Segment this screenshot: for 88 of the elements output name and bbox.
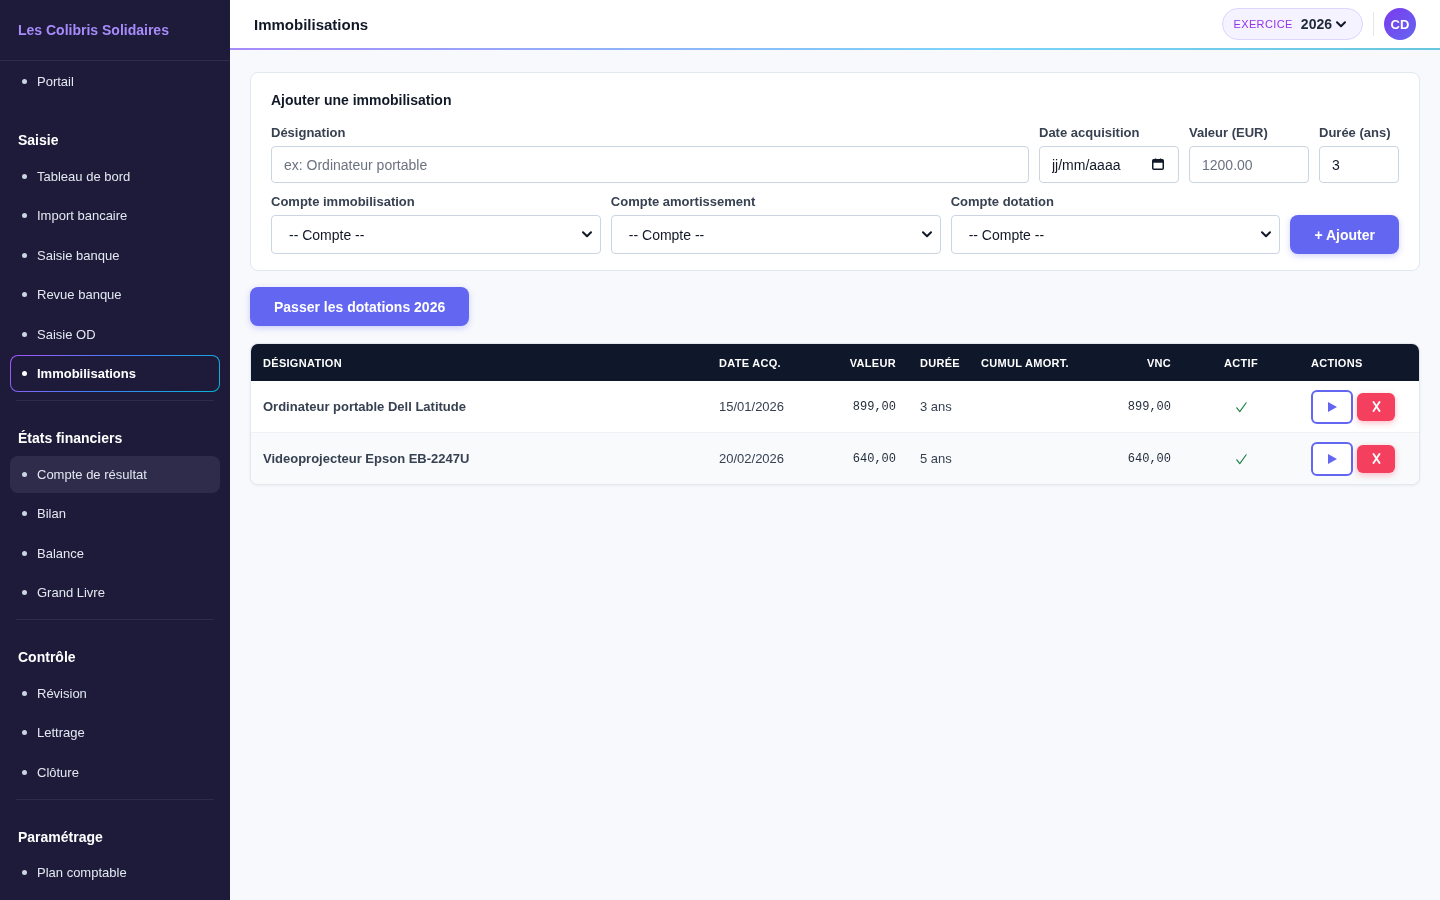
nav-item[interactable]: Balance (10, 534, 220, 572)
table-cell: 15/01/2026 (707, 381, 837, 433)
nav-item[interactable]: Plan comptable (10, 854, 220, 891)
add-button[interactable]: + Ajouter (1290, 215, 1399, 254)
user-avatar[interactable]: CD (1384, 8, 1416, 40)
nav-section-title: États financiers (17, 429, 124, 447)
field-label: Durée (ans) (1319, 125, 1392, 140)
select-field[interactable]: -- Compte -- (950, 215, 1281, 254)
bullet-icon (22, 730, 27, 735)
field-label: Désignation (271, 125, 347, 140)
table-cell: 3 ans (908, 381, 969, 433)
nav-section-title: Paramétrage (17, 827, 104, 846)
nav-item[interactable]: Portail (10, 63, 220, 100)
bullet-icon (22, 471, 27, 477)
calendar-icon (1152, 158, 1164, 170)
bullet-icon (22, 511, 27, 516)
nav-item[interactable]: Bilan (10, 495, 220, 532)
run-button[interactable] (1311, 441, 1353, 476)
nav-item[interactable]: Révision (10, 674, 220, 712)
field-label: Valeur (EUR) (1189, 125, 1269, 140)
card-title: Ajouter une immobilisation (271, 92, 453, 109)
fiscal-year-selector[interactable]: EXERCICE 2026 (1222, 8, 1363, 40)
table-cell: Ordinateur portable Dell Latitude (251, 381, 707, 433)
column-header: VALEUR (837, 344, 908, 381)
chevron-down-icon (1261, 231, 1272, 238)
table-cell: 640,00 (837, 432, 908, 484)
field-label: Compte dotation (950, 194, 1055, 209)
nav-item[interactable]: Compte de résultat (10, 455, 220, 493)
post-depreciation-button[interactable]: Passer les dotations 2026 (250, 287, 470, 326)
nav-item[interactable]: Import bancaire (10, 197, 220, 234)
bullet-icon (22, 590, 27, 595)
select-field[interactable]: -- Compte -- (271, 215, 601, 254)
chevron-down-icon (1336, 20, 1346, 28)
bullet-icon (22, 550, 27, 556)
text-field[interactable]: 3 (1319, 146, 1399, 183)
nav-section-title: Contrôle (17, 648, 77, 666)
chevron-down-icon (921, 231, 932, 238)
cross-icon (1371, 401, 1381, 412)
bullet-icon (22, 331, 27, 337)
bullet-icon (22, 292, 27, 297)
bullet-icon (22, 79, 27, 84)
fiscal-year-label: EXERCICE (1233, 18, 1293, 30)
play-icon (1327, 453, 1337, 464)
field-label: Compte immobilisation (271, 194, 416, 209)
bullet-icon (22, 769, 27, 775)
table-cell: 20/02/2026 (707, 432, 837, 484)
bullet-icon (22, 213, 27, 218)
table-cell: Videoprojecteur Epson EB-2247U (251, 432, 707, 484)
column-header: CUMUL AMORT. (969, 344, 1111, 381)
nav-item[interactable]: Tableau de bord (10, 157, 220, 195)
delete-button[interactable] (1357, 444, 1395, 473)
select-field[interactable]: -- Compte -- (610, 215, 941, 254)
nav-item[interactable]: Grand Livre (10, 574, 220, 611)
column-header: DATE ACQ. (707, 344, 837, 381)
nav-item[interactable]: Revue banque (10, 276, 220, 313)
run-button[interactable] (1311, 389, 1353, 424)
nav-item[interactable]: Lettrage (10, 714, 220, 751)
table-cell: 899,00 (837, 381, 908, 433)
table-cell: 899,00 (1111, 381, 1183, 433)
table-cell: 5 ans (908, 432, 969, 484)
bullet-icon (22, 252, 27, 258)
field-label: Compte amortissement (610, 194, 757, 209)
column-header: DURÉE (908, 344, 969, 381)
page-title: Immobilisations (254, 15, 369, 33)
column-header: ACTIF (1183, 344, 1299, 381)
brand-name: Les Colibris Solidaires (18, 22, 169, 38)
date-field[interactable]: jj/mm/aaaa (1039, 146, 1179, 183)
play-icon (1327, 401, 1337, 412)
delete-button[interactable] (1357, 392, 1395, 421)
bullet-icon (22, 371, 27, 376)
bullet-icon (22, 173, 27, 179)
field-label: Date acquisition (1039, 125, 1141, 140)
nav-item[interactable]: Saisie OD (10, 315, 220, 353)
column-header: DÉSIGNATION (251, 344, 707, 381)
table-cell: 640,00 (1111, 432, 1183, 484)
text-field[interactable]: 1200.00 (1189, 146, 1309, 183)
nav-item[interactable]: Immobilisations (10, 355, 220, 392)
fiscal-year-value: 2026 (1300, 16, 1332, 32)
cross-icon (1371, 453, 1381, 464)
nav-item[interactable]: Saisie banque (10, 236, 220, 274)
column-header: VNC (1111, 344, 1183, 381)
column-header: ACTIONS (1299, 344, 1419, 381)
nav-section-title: Saisie (17, 131, 60, 149)
bullet-icon (22, 690, 27, 696)
chevron-down-icon (581, 231, 592, 238)
text-field[interactable]: ex: Ordinateur portable (271, 146, 1029, 183)
bullet-icon (22, 870, 27, 875)
nav-item[interactable]: Clôture (10, 753, 220, 791)
